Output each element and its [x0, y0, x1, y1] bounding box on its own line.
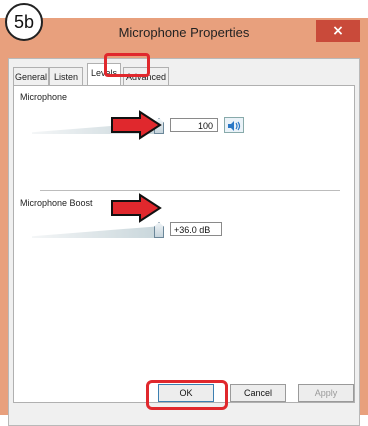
levels-tab-highlight	[104, 53, 150, 77]
boost-slider-track[interactable]	[32, 226, 162, 238]
dialog-body: General Listen Levels Advanced Microphon…	[8, 58, 360, 426]
cancel-button[interactable]: Cancel	[230, 384, 286, 402]
microphone-label: Microphone	[18, 92, 70, 102]
tab-general[interactable]: General	[13, 67, 49, 85]
apply-button[interactable]: Apply	[298, 384, 354, 402]
boost-slider-thumb[interactable]	[154, 222, 164, 238]
arrow-to-microphone-slider-icon	[111, 110, 162, 140]
window-title: Microphone Properties	[118, 25, 250, 40]
ok-button-highlight	[146, 380, 228, 410]
microphone-properties-window: Microphone Properties × General Listen L…	[0, 18, 368, 426]
speaker-icon	[228, 121, 241, 131]
tab-listen[interactable]: Listen	[49, 67, 83, 85]
step-badge: 5b	[5, 3, 43, 41]
microphone-level-input[interactable]: 100	[170, 118, 218, 132]
close-button[interactable]: ×	[316, 20, 360, 42]
levels-panel: Microphone 100 Microphone Boost +36.0 dB	[13, 85, 355, 403]
arrow-to-boost-slider-icon	[111, 193, 162, 223]
separator	[40, 190, 340, 191]
boost-value-display: +36.0 dB	[170, 222, 222, 236]
title-bar: Microphone Properties ×	[0, 18, 368, 48]
microphone-boost-label: Microphone Boost	[18, 198, 95, 208]
mute-toggle-button[interactable]	[224, 117, 244, 133]
